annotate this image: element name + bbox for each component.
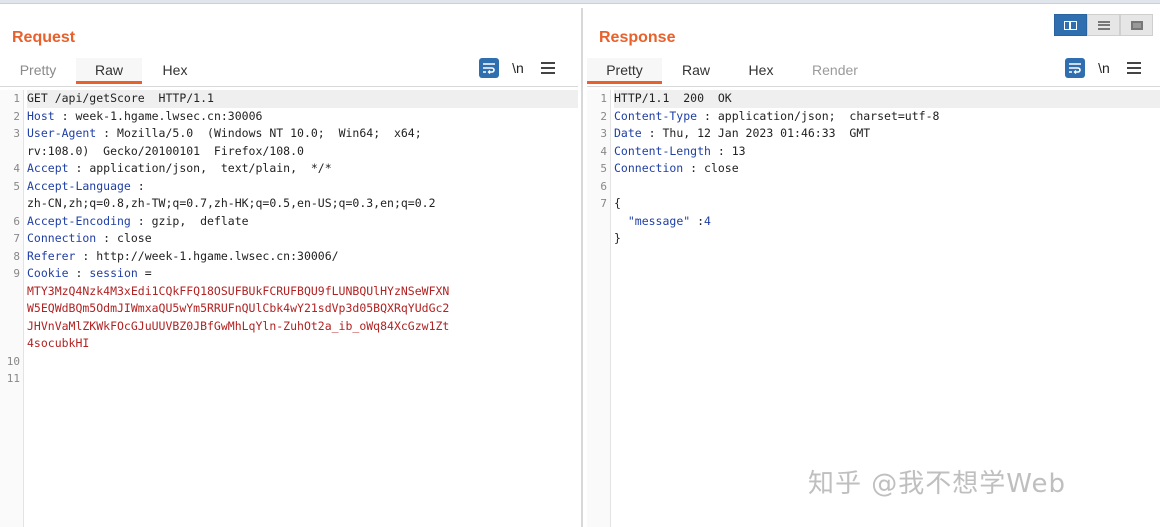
code-line: 3 Date : Thu, 12 Jan 2023 01:46:33 GMT (600, 126, 871, 140)
pane-divider[interactable] (581, 8, 583, 527)
response-tab-render[interactable]: Render (792, 58, 878, 84)
code-line: 7{ (600, 196, 621, 210)
window-top-border (0, 0, 1160, 4)
code-line: 3 User-Agent : Mozilla/5.0 (Windows NT 10… (13, 126, 422, 140)
response-tab-hex[interactable]: Hex (730, 58, 792, 84)
code-line-wrap: zh-CN,zh;q=0.8,zh-TW;q=0.7,zh-HK;q=0.5,e… (27, 196, 436, 210)
cookie-value-line: W5EQWdBQm5OdmJIWmxaQU5wYm5RRUFnQUlCbk4wY… (27, 301, 450, 315)
show-newlines-button[interactable]: \n (1085, 60, 1123, 76)
request-tab-raw[interactable]: Raw (76, 58, 142, 84)
cookie-value-line: 4socubkHI (27, 336, 90, 350)
request-tab-pretty[interactable]: Pretty (0, 58, 76, 84)
response-tab-raw[interactable]: Raw (662, 58, 730, 84)
code-line: 2 Content-Type : application/json; charse… (600, 108, 940, 123)
response-editor[interactable]: 1 HTTP/1.1 200 OK 2 Content-Type : applica… (587, 90, 1160, 527)
request-code: 1 GET /api/getScore HTTP/1.1 2 Host : week… (6, 90, 578, 388)
code-line: 6 (600, 179, 607, 193)
code-line: 4 Accept : application/json, text/plain, … (13, 161, 332, 175)
request-tab-rule (0, 86, 578, 87)
code-line: 5 Connection : close (600, 161, 739, 175)
line-number-gutter (0, 90, 24, 527)
code-line: 6 Accept-Encoding : gzip, deflate (13, 213, 249, 228)
code-line-wrap: rv:108.0) Gecko/20100101 Firefox/108.0 (27, 143, 304, 158)
code-line: 9 Cookie : session = (13, 266, 152, 280)
response-title: Response (599, 29, 676, 46)
wrap-lines-icon[interactable] (1065, 58, 1085, 78)
menu-icon[interactable] (1127, 62, 1141, 74)
response-tab-pretty[interactable]: Pretty (587, 58, 662, 84)
response-tools: \n (1065, 58, 1141, 78)
code-line: 8 Referer : http://week-1.hgame.lwsec.cn:… (13, 248, 339, 263)
cookie-value-line: JHVnVaMlZKWkFOcGJuUUVBZ0JBfGwMhLqYln-Zuh… (27, 318, 450, 333)
code-line: 7 Connection : close (13, 231, 152, 245)
menu-icon[interactable] (541, 62, 555, 74)
code-line: 5 Accept-Language : (13, 178, 145, 193)
response-code: 1 HTTP/1.1 200 OK 2 Content-Type : applica… (600, 90, 1160, 248)
code-line: 1 GET /api/getScore HTTP/1.1 (13, 90, 578, 108)
response-pane: Response Pretty Raw Hex Render \n 1 HTTP/… (587, 6, 1160, 527)
response-tabs: Pretty Raw Hex Render (587, 58, 878, 84)
request-pane: Request Pretty Raw Hex \n 1 GET /api/getS… (0, 6, 580, 527)
wrap-lines-icon[interactable] (479, 58, 499, 78)
show-newlines-button[interactable]: \n (499, 60, 537, 76)
code-line: 11 (6, 372, 20, 385)
code-line: 1 HTTP/1.1 200 OK (600, 90, 1160, 108)
request-tabs: Pretty Raw Hex (0, 58, 208, 84)
code-line: 10 (6, 354, 20, 368)
code-line: 2 Host : week-1.hgame.lwsec.cn:30006 (13, 108, 263, 123)
code-line: 4 Content-Length : 13 (600, 143, 746, 158)
json-line: "message" :4 (627, 213, 711, 228)
request-editor[interactable]: 1 GET /api/getScore HTTP/1.1 2 Host : week… (0, 90, 578, 527)
request-tools: \n (479, 58, 555, 78)
request-tab-hex[interactable]: Hex (142, 58, 208, 84)
watermark-text: 知乎 @我不想学Web (808, 469, 1066, 499)
request-title: Request (12, 29, 76, 46)
response-tab-rule (587, 86, 1160, 87)
cookie-value-line: MTY3MzQ4Nzk4M3xEdi1CQkFFQ18OSUFBUkFCRUFB… (27, 283, 450, 298)
json-line: } (614, 231, 621, 245)
